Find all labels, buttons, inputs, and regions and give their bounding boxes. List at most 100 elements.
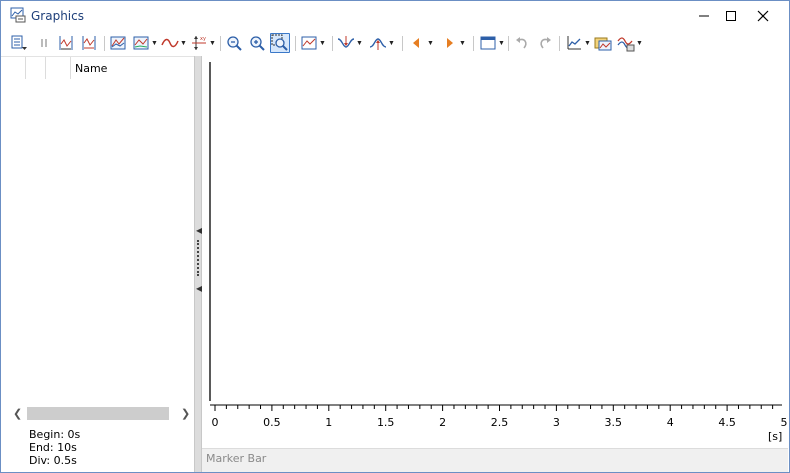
- column-header-checkbox[interactable]: [1, 57, 26, 79]
- zoom-rect-button[interactable]: [270, 33, 290, 53]
- begin-time: Begin: 0s: [29, 428, 81, 441]
- axes-button[interactable]: ▼: [565, 33, 591, 53]
- chevron-down-icon: ▼: [636, 39, 643, 47]
- column-header-type[interactable]: [46, 57, 71, 79]
- cursor-max-icon: [369, 38, 387, 50]
- division-time: Div: 0.5s: [29, 454, 77, 467]
- step-forward-icon: [447, 38, 453, 48]
- axes-icon: [567, 36, 581, 50]
- minimize-icon: [699, 15, 709, 17]
- x-tick-label: 1.5: [377, 416, 395, 429]
- graphics-app-icon: [10, 7, 26, 23]
- toolbar-separator: [473, 36, 474, 51]
- column-header-color[interactable]: [26, 57, 46, 79]
- chevron-down-icon: ▼: [584, 39, 591, 47]
- chevron-down-icon: ▼: [319, 39, 326, 47]
- marker-bar[interactable]: Marker Bar: [202, 448, 788, 472]
- cursor-max-button[interactable]: ▼: [369, 33, 395, 53]
- scrollbar-thumb[interactable]: [27, 407, 169, 420]
- curve-color-icon: [161, 38, 179, 48]
- chevron-down-icon: ▼: [427, 39, 434, 47]
- window-title: Graphics: [31, 9, 84, 23]
- chevron-down-icon: ▼: [459, 39, 466, 47]
- x-tick-label: 1: [325, 416, 332, 429]
- graph-style-button[interactable]: ▼: [132, 33, 158, 53]
- graph-overlay-icon: [110, 36, 126, 50]
- panel-splitter[interactable]: ◀ ◀: [194, 56, 202, 472]
- signal-settings-button[interactable]: ▼: [617, 33, 643, 53]
- chevron-down-icon: ▼: [498, 39, 505, 47]
- graph-style-icon: [133, 36, 149, 50]
- horizontal-scrollbar[interactable]: ❮ ❯: [9, 405, 192, 422]
- redo-icon: [540, 37, 551, 49]
- close-icon: [757, 10, 769, 22]
- toolbar-separator: [295, 36, 296, 51]
- cursor-min-button[interactable]: ▼: [337, 33, 363, 53]
- fit-x-button[interactable]: [57, 33, 75, 53]
- maximize-icon: [726, 11, 736, 21]
- scroll-right-icon[interactable]: ❯: [181, 407, 190, 420]
- x-tick-label: 0: [212, 416, 219, 429]
- maximize-button[interactable]: [715, 1, 747, 31]
- signal-settings-icon: [617, 37, 635, 52]
- chevron-down-icon: ▼: [388, 39, 395, 47]
- window-layout-button[interactable]: ▼: [479, 33, 505, 53]
- close-button[interactable]: [747, 1, 779, 31]
- toolbar-separator: [332, 36, 333, 51]
- plot-area[interactable]: 00.511.522.533.544.555.566.577.588.599.5…: [202, 56, 788, 448]
- toolbar-separator: [104, 36, 105, 51]
- splitter-grip-icon[interactable]: [197, 240, 199, 276]
- toolbar-separator: [220, 36, 221, 51]
- axis-scale-button[interactable]: xy ▼: [190, 33, 216, 53]
- x-axis-unit: [s]: [768, 430, 782, 443]
- toolbar-separator: [508, 36, 509, 51]
- chevron-down-icon: ▼: [209, 39, 216, 47]
- x-tick-label: 2: [439, 416, 446, 429]
- fit-x-icon: [59, 36, 73, 50]
- zoom-out-button[interactable]: [225, 33, 243, 53]
- undo-button[interactable]: [513, 33, 531, 53]
- curve-color-button[interactable]: ▼: [161, 33, 187, 53]
- fit-xy-button[interactable]: [80, 33, 98, 53]
- export-button[interactable]: [594, 33, 612, 53]
- signal-select-icon: [11, 35, 27, 50]
- svg-text:xy: xy: [200, 36, 206, 42]
- x-tick-label: 4.5: [718, 416, 736, 429]
- toolbar-separator: [559, 36, 560, 51]
- step-forward-button[interactable]: ▼: [440, 33, 466, 53]
- export-icon: [594, 37, 612, 51]
- toolbar: ▼ ▼ xy ▼ ▼ ▼ ▼ ▼ ▼ ▼ ▼ ▼: [1, 31, 789, 56]
- pause-button[interactable]: [35, 33, 53, 53]
- zoom-out-icon: [227, 36, 242, 51]
- title-bar[interactable]: Graphics: [1, 1, 789, 31]
- x-tick-label: 5: [781, 416, 788, 429]
- x-axis: 00.511.522.533.544.555.566.577.588.599.5: [210, 404, 788, 429]
- scroll-left-icon[interactable]: ❮: [13, 407, 22, 420]
- time-chart[interactable]: 00.511.522.533.544.555.566.577.588.599.5…: [202, 56, 788, 448]
- window-layout-icon: [480, 36, 496, 50]
- graph-overlay-button[interactable]: [109, 33, 127, 53]
- fit-xy-icon: [82, 36, 96, 50]
- redo-button[interactable]: [536, 33, 554, 53]
- axis-scale-icon: xy: [192, 36, 206, 50]
- graphics-window: Graphics ▼ ▼ xy ▼ ▼ ▼ ▼ ▼ ▼ ▼ ▼ ▼ Name ❮…: [0, 0, 790, 473]
- column-header-name[interactable]: Name: [75, 62, 107, 75]
- step-back-button[interactable]: ▼: [408, 33, 434, 53]
- x-tick-label: 3: [553, 416, 560, 429]
- chevron-down-icon: ▼: [151, 39, 158, 47]
- undo-icon: [516, 37, 527, 49]
- signal-select-button[interactable]: [10, 33, 28, 53]
- chart-layout-button[interactable]: ▼: [300, 33, 326, 53]
- step-back-icon: [413, 38, 419, 48]
- marker-bar-label: Marker Bar: [206, 452, 267, 465]
- zoom-rect-icon: [271, 34, 288, 51]
- x-tick-label: 3.5: [605, 416, 623, 429]
- pause-icon: [41, 39, 47, 47]
- zoom-in-button[interactable]: [248, 33, 266, 53]
- x-tick-label: 4: [667, 416, 674, 429]
- signal-list-panel: Name ❮ ❯ Begin: 0s End: 10s Div: 0.5s: [1, 56, 194, 472]
- end-time: End: 10s: [29, 441, 77, 454]
- chevron-down-icon: ▼: [356, 39, 363, 47]
- chart-layout-icon: [301, 36, 317, 50]
- x-tick-label: 0.5: [263, 416, 281, 429]
